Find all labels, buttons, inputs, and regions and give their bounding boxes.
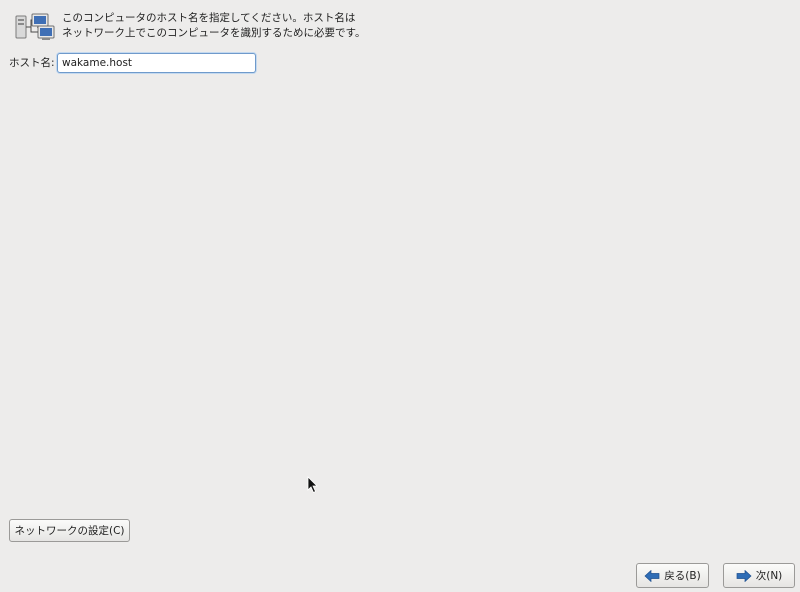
network-computers-icon bbox=[15, 13, 55, 40]
arrow-left-icon bbox=[644, 569, 660, 582]
arrow-right-icon bbox=[736, 569, 752, 582]
next-button-label: 次(N) bbox=[755, 570, 783, 582]
hostname-description: このコンピュータのホスト名を指定してください。ホスト名は ネットワーク上でこのコ… bbox=[62, 11, 562, 41]
description-line-2: ネットワーク上でこのコンピュータを識別するために必要です。 bbox=[62, 27, 366, 39]
back-button[interactable]: 戻る(B) bbox=[636, 563, 709, 588]
hostname-input[interactable] bbox=[57, 53, 256, 73]
mouse-pointer-icon bbox=[307, 476, 318, 494]
network-config-button[interactable]: ネットワークの設定(C) bbox=[9, 519, 130, 542]
description-line-1: このコンピュータのホスト名を指定してください。ホスト名は bbox=[62, 12, 356, 24]
back-button-label: 戻る(B) bbox=[664, 570, 701, 582]
next-button[interactable]: 次(N) bbox=[723, 563, 795, 588]
hostname-label: ホスト名: bbox=[9, 57, 55, 69]
